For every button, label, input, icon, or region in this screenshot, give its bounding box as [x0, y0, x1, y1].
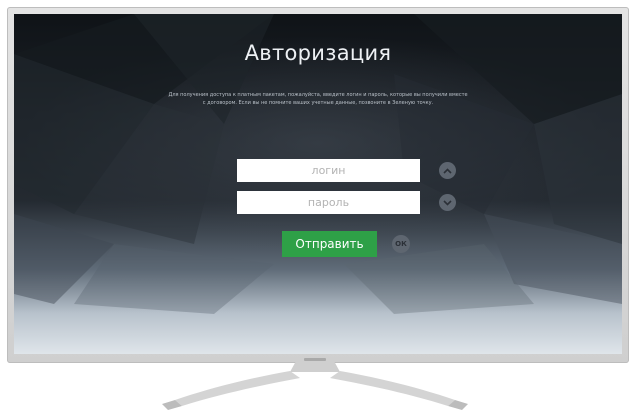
page-title: Авторизация: [244, 41, 392, 65]
tv-mockup: Авторизация Для получения доступа к плат…: [0, 0, 630, 417]
login-input[interactable]: [237, 159, 420, 182]
tv-stand: [162, 361, 468, 410]
scroll-up-button[interactable]: [439, 162, 456, 179]
submit-button[interactable]: Отправить: [282, 231, 377, 257]
tv-screen: Авторизация Для получения доступа к плат…: [14, 14, 622, 354]
password-input[interactable]: [237, 191, 420, 214]
chevron-up-icon: [443, 167, 452, 174]
info-text: Для получения доступа к платным пакетам,…: [168, 92, 468, 106]
chevron-down-icon: [443, 199, 452, 206]
ok-button[interactable]: ОК: [392, 235, 410, 253]
login-panel: Авторизация Для получения доступа к плат…: [14, 14, 622, 354]
scroll-down-button[interactable]: [439, 194, 456, 211]
